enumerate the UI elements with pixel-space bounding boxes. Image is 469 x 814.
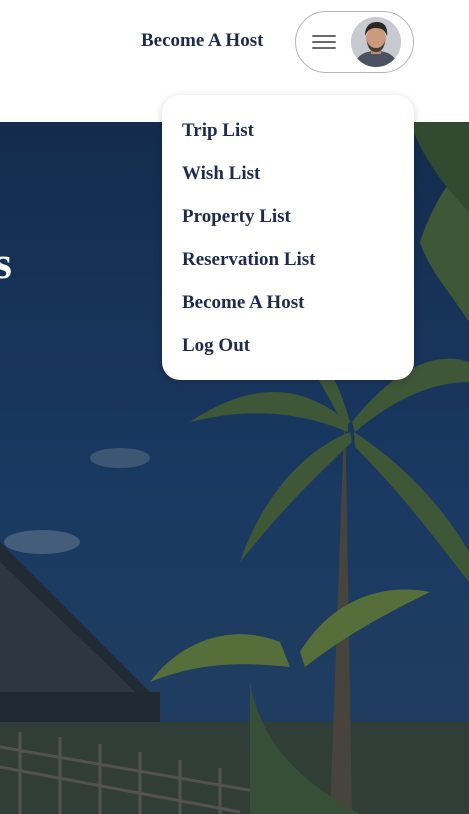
avatar: [351, 17, 401, 67]
become-a-host-link[interactable]: Become A Host: [141, 30, 263, 52]
menu-item-wish-list[interactable]: Wish List: [182, 164, 260, 183]
menu-item-reservation-list[interactable]: Reservation List: [182, 250, 316, 269]
hero-title: s: [0, 237, 12, 288]
hamburger-icon: [312, 33, 336, 51]
user-dropdown-menu: Trip List Wish List Property List Reserv…: [162, 95, 414, 380]
menu-item-property-list[interactable]: Property List: [182, 207, 291, 226]
menu-item-become-a-host[interactable]: Become A Host: [182, 293, 304, 312]
user-menu-button[interactable]: [295, 11, 414, 73]
menu-item-trip-list[interactable]: Trip List: [182, 121, 254, 140]
menu-item-log-out[interactable]: Log Out: [182, 336, 250, 355]
